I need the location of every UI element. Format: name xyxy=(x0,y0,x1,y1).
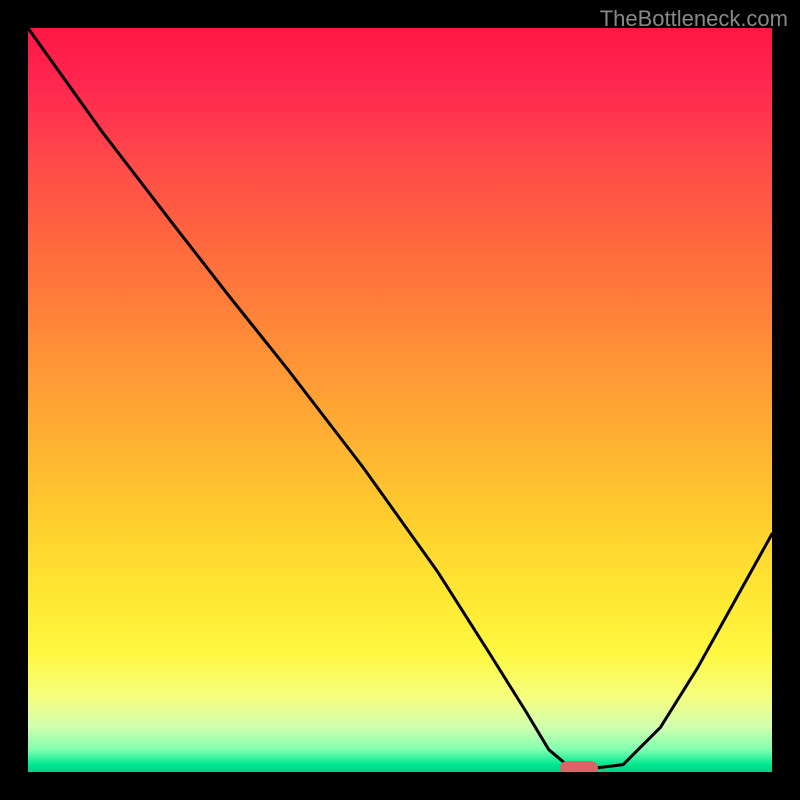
curve-svg xyxy=(28,28,772,772)
optimal-marker xyxy=(560,761,598,772)
plot-area xyxy=(28,28,772,772)
watermark-text: TheBottleneck.com xyxy=(600,6,788,32)
bottleneck-curve-path xyxy=(28,28,772,768)
